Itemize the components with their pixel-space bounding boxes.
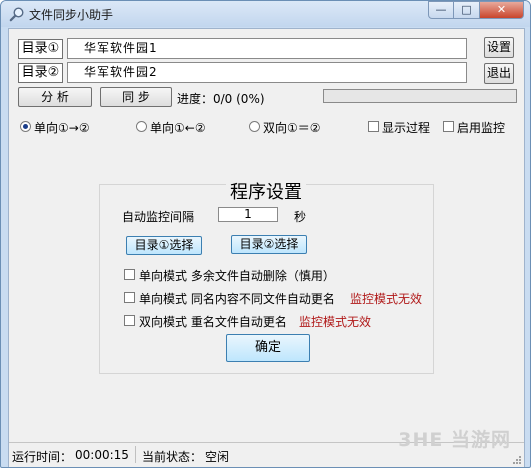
mode-two-way-radio[interactable] — [249, 121, 260, 132]
rename-conflicts-note: 监控模式无效 — [350, 292, 423, 306]
magnifier-icon — [9, 7, 24, 22]
watermark-logo: 3HE — [398, 429, 444, 451]
rename-conflicts-label[interactable]: 单向模式 同名内容不同文件自动更名 — [139, 290, 335, 307]
client-area: 目录① 华军软件园1 设置 目录② 华军软件园2 退出 分 析 同 步 进度：0… — [8, 28, 525, 467]
monitor-interval-input[interactable]: 1 — [218, 207, 278, 222]
state-value: 空闲 — [205, 450, 230, 464]
monitor-interval-unit: 秒 — [294, 210, 307, 224]
dir2-path-input[interactable]: 华军软件园2 — [67, 62, 467, 83]
window-title: 文件同步小助手 — [29, 8, 114, 22]
show-process-checkbox[interactable] — [368, 121, 379, 132]
watermark-text: 当游网 — [450, 429, 511, 451]
two-way-rename-note: 监控模式无效 — [299, 315, 372, 329]
enable-monitor-label[interactable]: 启用监控 — [457, 119, 505, 136]
monitor-interval-label: 自动监控间隔 — [122, 210, 195, 224]
select-dir1-button[interactable]: 目录①选择 — [126, 236, 202, 255]
mode-one-way-backward-radio[interactable] — [136, 121, 147, 132]
two-way-rename-checkbox[interactable] — [124, 315, 135, 326]
app-window: 文件同步小助手 — □ ✕ 目录① 华军软件园1 设置 目录② 华军软件园2 退… — [0, 0, 531, 468]
settings-panel: 程序设置 自动监控间隔 1 秒 目录①选择 目录②选择 单向模式 多余文件自动删… — [99, 178, 434, 374]
exit-button[interactable]: 退出 — [484, 63, 514, 84]
settings-panel-title: 程序设置 — [226, 178, 306, 204]
settings-button[interactable]: 设置 — [484, 37, 514, 58]
mode-one-way-forward-label[interactable]: 单向①→② — [34, 119, 90, 136]
runtime-value: 00:00:15 — [75, 448, 129, 462]
show-process-label[interactable]: 显示过程 — [382, 119, 430, 136]
state-label: 当前状态： — [142, 450, 203, 464]
mode-one-way-forward-radio[interactable] — [20, 121, 31, 132]
mode-one-way-backward-label[interactable]: 单向①←② — [150, 119, 206, 136]
analyze-button[interactable]: 分 析 — [18, 87, 92, 107]
sync-button[interactable]: 同 步 — [100, 87, 172, 107]
close-icon: ✕ — [496, 3, 507, 16]
window-controls: — □ ✕ — [428, 1, 524, 19]
rename-conflicts-checkbox[interactable] — [124, 292, 135, 303]
select-dir2-button[interactable]: 目录②选择 — [231, 235, 307, 254]
minimize-button[interactable]: — — [428, 1, 454, 19]
progress-text: 进度：0/0 (0%) — [177, 92, 265, 106]
maximize-button[interactable]: □ — [454, 1, 480, 19]
enable-monitor-checkbox[interactable] — [443, 121, 454, 132]
close-button[interactable]: ✕ — [480, 1, 524, 19]
status-divider — [135, 446, 136, 463]
minimize-icon: — — [435, 3, 447, 16]
dir2-label: 目录② — [18, 63, 63, 83]
confirm-button[interactable]: 确定 — [226, 334, 310, 362]
maximize-icon: □ — [461, 3, 472, 16]
runtime-label: 运行时间： — [12, 450, 73, 464]
two-way-rename-label[interactable]: 双向模式 重名文件自动更名 — [139, 313, 287, 330]
resize-grip-icon[interactable] — [512, 455, 522, 465]
delete-extra-files-label[interactable]: 单向模式 多余文件自动删除（慎用） — [139, 267, 335, 284]
mode-two-way-label[interactable]: 双向①＝② — [263, 119, 321, 136]
title-bar[interactable]: 文件同步小助手 — □ ✕ — [1, 1, 530, 27]
delete-extra-files-checkbox[interactable] — [124, 269, 135, 280]
watermark: 3HE 当游网 — [398, 425, 511, 452]
dir1-label: 目录① — [18, 39, 63, 59]
progress-bar — [323, 89, 517, 103]
dir1-path-input[interactable]: 华军软件园1 — [67, 38, 467, 59]
